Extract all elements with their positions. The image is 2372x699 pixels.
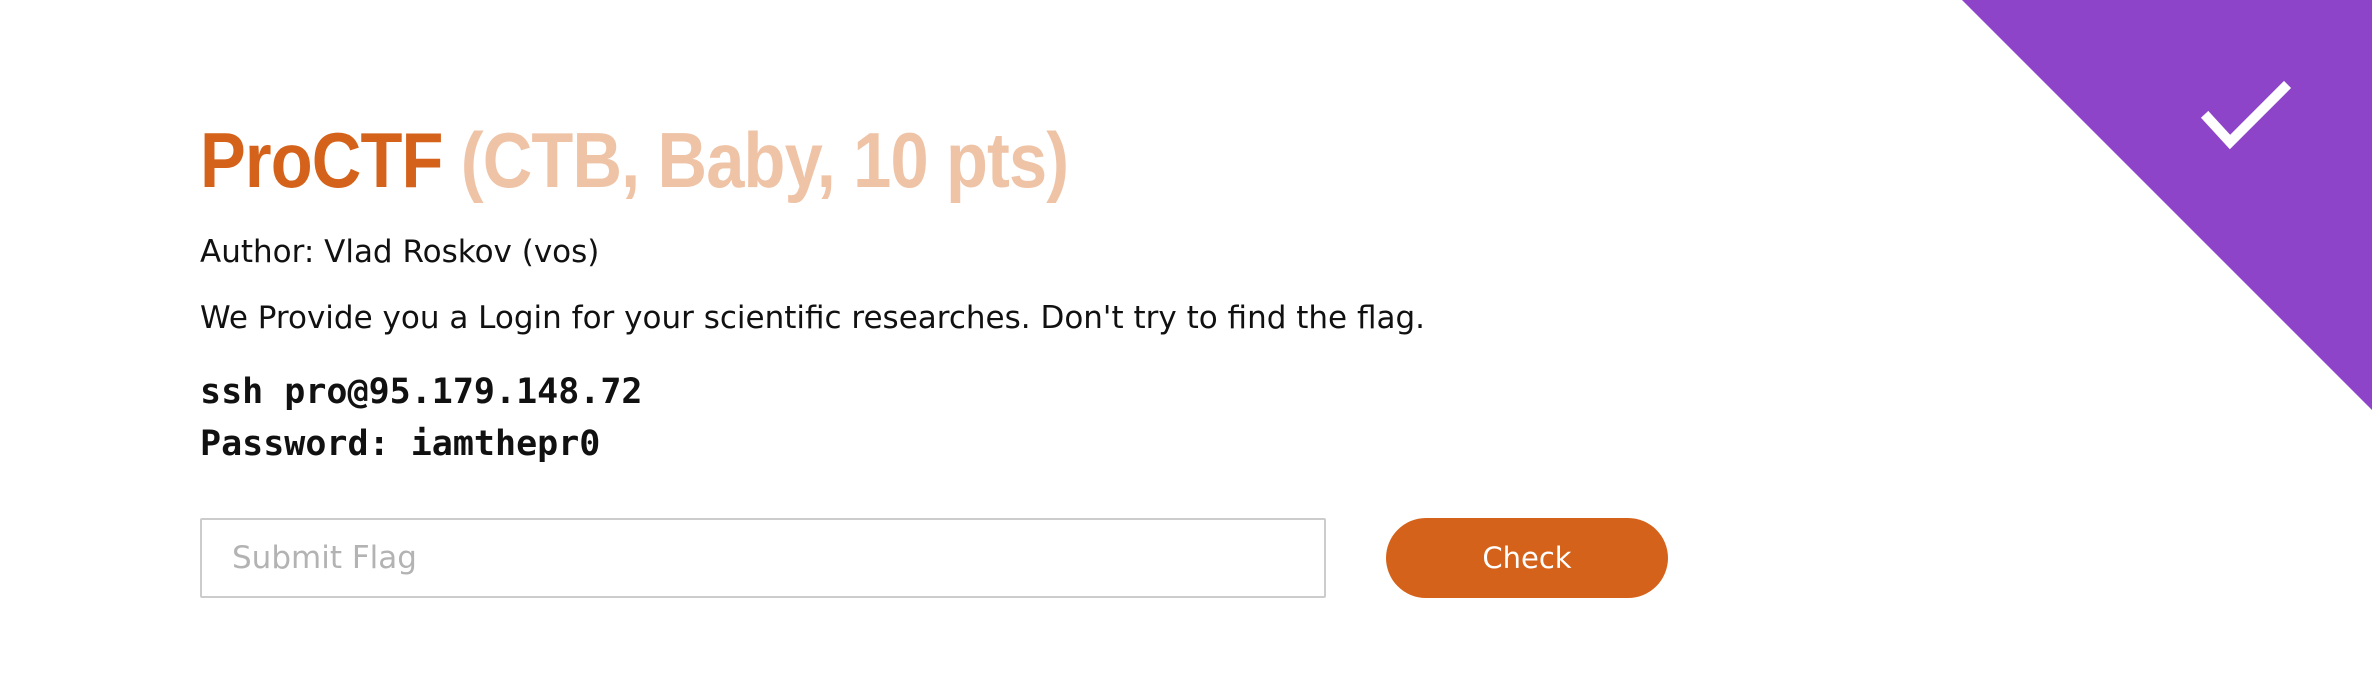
task-name: ProCTF (200, 116, 443, 204)
task-code-block: ssh pro@95.179.148.72 Password: iamthepr0 (200, 366, 1700, 470)
task-author: Author: Vlad Roskov (vos) (200, 234, 600, 270)
task-title: ProCTF (CTB, Baby, 10 pts) (200, 110, 1520, 210)
check-button[interactable]: Check (1386, 518, 1668, 598)
task-card: ProCTF (CTB, Baby, 10 pts) Author: Vlad … (200, 110, 1700, 470)
flag-input[interactable] (200, 518, 1326, 598)
flag-form: Check (200, 518, 1670, 598)
solved-ribbon (1962, 0, 2372, 410)
task-meta: (CTB, Baby, 10 pts) (460, 116, 1069, 204)
ssh-password: Password: iamthepr0 (200, 424, 601, 464)
ssh-command: ssh pro@95.179.148.72 (200, 372, 643, 412)
task-description: We Provide you a Login for your scientif… (200, 300, 1426, 336)
